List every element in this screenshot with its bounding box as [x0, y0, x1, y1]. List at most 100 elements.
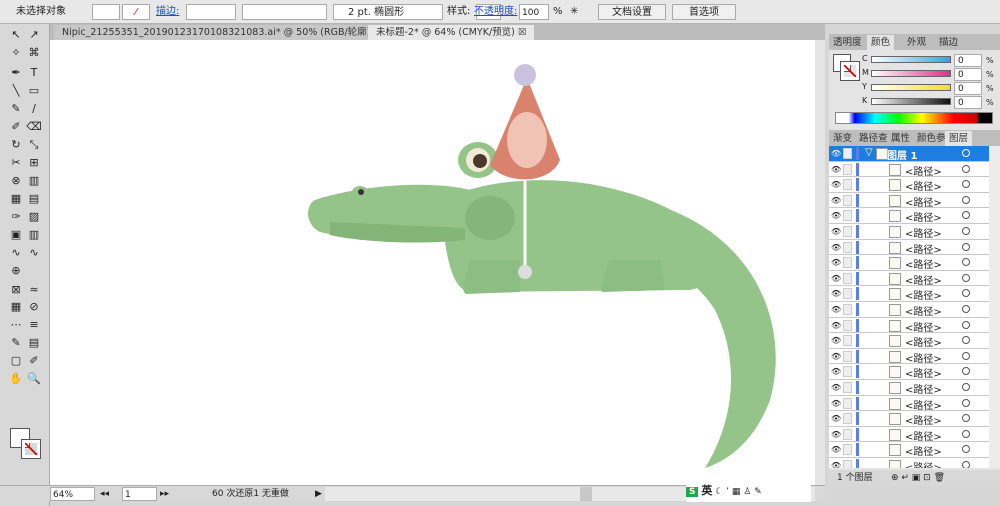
target-icon[interactable] [962, 320, 970, 329]
eye-icon[interactable]: 👁 [831, 461, 841, 468]
eye-icon[interactable]: 👁 [831, 227, 841, 236]
tool-button[interactable]: ▢ [8, 354, 24, 368]
eye-icon[interactable]: 👁 [831, 149, 841, 158]
stroke-label[interactable]: 描边: [156, 4, 179, 20]
target-icon[interactable] [962, 445, 970, 454]
channel-value[interactable]: 0 [954, 82, 982, 95]
eye-icon[interactable]: 👁 [831, 399, 841, 408]
layer-row[interactable]: 👁 ▽ 图层 1 [829, 146, 989, 162]
lock-toggle[interactable] [843, 241, 852, 253]
lock-toggle[interactable] [843, 179, 852, 191]
variable-width-select[interactable] [242, 4, 327, 20]
target-icon[interactable] [962, 258, 970, 267]
path-row[interactable]: 👁 <路径> [829, 317, 989, 334]
layers-scrollbar[interactable] [989, 146, 1000, 468]
tool-button[interactable]: ≈ [26, 283, 42, 297]
tool-button[interactable]: ∿ [26, 246, 42, 260]
panel-tab[interactable]: 图层 [945, 131, 973, 146]
opacity-link[interactable]: 不透明度: [474, 4, 517, 20]
lock-toggle[interactable] [843, 460, 852, 468]
path-row[interactable]: 👁 <路径> [829, 286, 989, 302]
path-row[interactable]: 👁 <路径> [829, 255, 989, 271]
lock-toggle[interactable] [843, 397, 852, 409]
moon-icon[interactable]: ☾ ’ ▦ ♙ ✎ [715, 487, 762, 497]
ime-lang[interactable]: 英 [701, 484, 712, 497]
path-row[interactable]: 👁 <路径> [829, 192, 989, 209]
zoom-select[interactable]: 64% [50, 487, 95, 501]
page-select[interactable]: 1 [122, 487, 157, 501]
target-icon[interactable] [962, 367, 970, 376]
tool-button[interactable]: ✋ [8, 372, 24, 386]
eye-icon[interactable]: 👁 [831, 445, 841, 454]
lock-toggle[interactable] [843, 148, 852, 159]
tool-button[interactable]: ▥ [26, 174, 42, 188]
target-icon[interactable] [962, 429, 970, 438]
lock-toggle[interactable] [843, 288, 852, 300]
tool-button[interactable]: ✧ [8, 46, 24, 60]
tool-button[interactable]: ↖ [8, 28, 24, 42]
target-icon[interactable] [962, 305, 970, 313]
close-icon[interactable]: ☒ [518, 27, 527, 38]
stroke-color-box[interactable] [21, 439, 41, 459]
target-icon[interactable] [962, 227, 970, 235]
tool-button[interactable]: ⋯ [8, 318, 24, 332]
eye-icon[interactable]: 👁 [831, 352, 841, 361]
tool-button[interactable]: ▥ [26, 228, 42, 242]
eye-icon[interactable]: 👁 [831, 274, 841, 283]
eye-icon[interactable]: 👁 [831, 180, 841, 189]
target-icon[interactable] [962, 336, 970, 345]
stroke-weight-input[interactable] [186, 4, 236, 20]
target-icon[interactable] [962, 211, 970, 220]
target-icon[interactable] [962, 351, 970, 360]
channel-slider[interactable] [871, 70, 951, 77]
channel-value[interactable]: 0 [954, 96, 982, 109]
next-page-icon[interactable]: ▸▸ [160, 487, 169, 501]
tool-button[interactable]: ✐ [8, 120, 24, 134]
eye-icon[interactable]: 👁 [831, 258, 841, 267]
tab-document-2[interactable]: 未标题-2* @ 64% (CMYK/预览) ☒ [368, 25, 535, 40]
layer-actions-icons[interactable]: ⊕ ↵ ▣ ⊡ 🗑 [891, 470, 945, 486]
lock-toggle[interactable] [843, 382, 852, 393]
target-icon[interactable] [962, 180, 970, 189]
panel-tab[interactable]: 描边 [935, 35, 962, 50]
panel-tab[interactable]: 渐变 [829, 131, 856, 146]
eye-icon[interactable]: 👁 [831, 383, 841, 392]
tool-button[interactable]: 🔍 [26, 372, 42, 386]
eye-icon[interactable]: 👁 [831, 165, 841, 174]
target-icon[interactable] [962, 414, 970, 423]
brush-select[interactable]: 2 pt. 椭圆形 [333, 4, 443, 20]
path-row[interactable]: 👁 <路径> [829, 395, 989, 412]
status-menu-icon[interactable]: ▶ [315, 487, 322, 501]
tool-button[interactable]: T [26, 66, 42, 80]
panel-tab[interactable]: 外观 [903, 35, 930, 50]
path-row[interactable]: 👁 <路径> [829, 208, 989, 224]
path-row[interactable]: 👁 <路径> [829, 380, 989, 396]
tool-button[interactable]: ⌫ [26, 120, 42, 134]
tool-button[interactable]: ▣ [8, 228, 24, 242]
document-setup-button[interactable]: 文档设置 [598, 4, 666, 20]
path-row[interactable]: 👁 <路径> [829, 348, 989, 365]
target-icon[interactable] [962, 383, 970, 391]
tool-button[interactable]: ▦ [8, 300, 24, 314]
tool-button[interactable]: ↻ [8, 138, 24, 152]
eye-icon[interactable]: 👁 [831, 196, 841, 205]
tool-button[interactable]: ≡ [26, 318, 42, 332]
tool-button[interactable]: ▨ [26, 210, 42, 224]
target-icon[interactable] [962, 398, 970, 407]
tool-button[interactable]: ▦ [8, 192, 24, 206]
lock-toggle[interactable] [843, 194, 852, 206]
tool-button[interactable]: ▭ [26, 84, 42, 98]
lock-toggle[interactable] [843, 319, 852, 331]
tool-button[interactable]: ∕ [26, 102, 42, 116]
eye-icon[interactable]: 👁 [831, 430, 841, 439]
eye-icon[interactable]: 👁 [831, 243, 841, 252]
opacity-input[interactable]: 100 [519, 4, 549, 20]
path-row[interactable]: 👁 <路径> [829, 239, 989, 256]
tool-button[interactable]: ⊘ [26, 300, 42, 314]
expand-icon[interactable]: ▽ [865, 147, 873, 158]
path-row[interactable]: 👁 <路径> [829, 458, 989, 468]
vertical-scrollbar[interactable] [815, 40, 825, 485]
tool-button[interactable]: ⊠ [8, 283, 24, 297]
target-icon[interactable] [962, 461, 970, 468]
eye-icon[interactable]: 👁 [831, 336, 841, 345]
